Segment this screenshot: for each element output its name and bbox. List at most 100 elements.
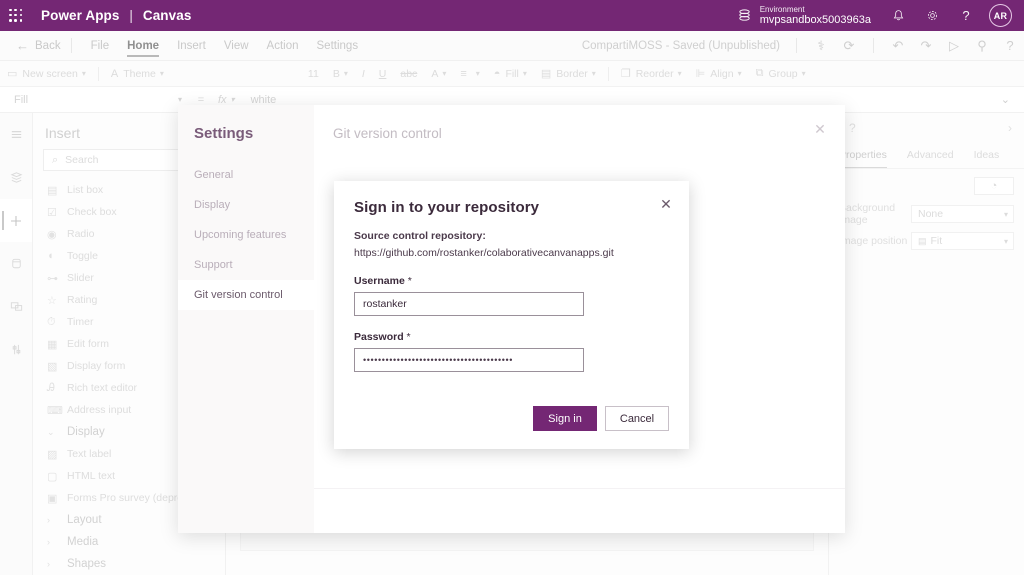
list-item-label: Text label [67,448,112,460]
menu-item-file[interactable]: File [82,31,119,61]
tree-view-icon[interactable] [0,156,32,199]
align-button[interactable]: ≡ ▾ [453,68,486,80]
app-launcher-icon[interactable] [9,8,23,23]
search-placeholder: Search [65,154,99,166]
data-icon[interactable] [0,242,32,285]
search-icon: ⌕ [52,153,59,166]
chevron-down-icon: ▾ [1003,236,1008,246]
align-group-button[interactable]: ⊫ Align ▾ [689,67,749,81]
chevron-right-icon[interactable]: › [1008,121,1012,135]
list-item-label: Rating [67,294,98,306]
environment-selector[interactable]: Environment mvpsandbox5003963a [737,5,871,27]
undo-icon[interactable]: ↶ [884,38,912,54]
username-field[interactable]: rostanker [354,292,584,316]
image-position-dropdown[interactable]: ▤ Fit ▾ [911,232,1014,250]
play-icon[interactable]: ▷ [940,38,968,54]
checker-icon[interactable]: ⚕ [807,38,835,54]
tab-ideas[interactable]: Ideas [964,143,1010,168]
media-icon[interactable] [0,285,32,328]
slider-icon: ⊶ [47,272,58,285]
signin-dialog-title: Sign in to your repository [354,199,540,216]
settings-nav-general[interactable]: General [178,160,314,190]
tab-advanced[interactable]: Advanced [897,143,964,168]
bell-icon[interactable] [881,0,915,31]
redo-icon[interactable]: ↷ [912,38,940,54]
brand-title[interactable]: Power Apps | Canvas [41,8,191,23]
formula-input[interactable]: white [251,94,277,106]
bold-button[interactable]: B ▾ [326,68,355,80]
variables-icon[interactable] [0,328,32,371]
help-icon[interactable]: ? [996,38,1024,53]
settings-nav-upcoming-features[interactable]: Upcoming features [178,220,314,250]
list-item-label: Address input [67,404,132,416]
list-group-shapes[interactable]: › Shapes [33,553,225,575]
border-button[interactable]: ▤ Border ▾ [534,67,603,81]
background-image-dropdown[interactable]: None ▾ [911,205,1014,223]
menu-item-settings[interactable]: Settings [308,31,368,61]
hamburger-icon[interactable] [0,113,32,156]
property-selector[interactable]: Fill ▾ [0,94,190,106]
settings-nav-git-version-control[interactable]: Git version control [178,280,314,310]
new-screen-button[interactable]: ▭ New screen ▾ [0,67,93,81]
background-image-value: None [918,208,944,220]
sign-in-button[interactable]: Sign in [533,406,597,431]
password-field[interactable]: •••••••••••••••••••••••••••••••••••••••• [354,348,584,372]
list-item-label: Timer [67,316,94,328]
chevron-down-icon: ▾ [177,95,182,104]
insert-icon[interactable] [0,199,32,242]
back-arrow-icon: ← [16,38,29,53]
reorder-button[interactable]: ❐ Reorder ▾ [614,67,689,81]
share-icon[interactable]: ⚲ [968,38,996,54]
text-label-icon: ▨ [47,448,58,461]
chevron-down-icon: ▾ [230,95,235,104]
avatar[interactable]: AR [989,4,1012,27]
command-menu-bar: ← Back File Home Insert View Action Sett… [0,31,1024,61]
italic-button[interactable]: I [355,68,372,80]
underline-label: U [378,67,387,80]
equals-sign: = [197,93,205,106]
theme-button[interactable]: A Theme ▾ [104,68,171,80]
properties-panel-header: ? › [829,113,1024,143]
settings-heading: Settings [194,125,254,142]
align-objects-label: Align [710,67,734,80]
fill-button[interactable]: ◓ Fill ▾ [487,68,534,80]
cancel-button[interactable]: Cancel [605,406,669,431]
list-item-label: Check box [67,206,117,218]
menu-item-home[interactable]: Home [118,31,168,61]
list-group-label: Shapes [67,558,107,570]
settings-body-title: Git version control [333,126,442,141]
paint-bucket-icon[interactable]: ◔ [974,177,1014,195]
group-button[interactable]: ⧉ Group ▾ [749,67,813,80]
ribbon-divider-1 [97,66,99,81]
menu-item-view[interactable]: View [215,31,258,61]
gear-icon[interactable] [915,0,949,31]
list-item-label: Rich text editor [67,382,138,394]
menu-divider [70,38,72,53]
font-color-button[interactable]: A ▾ [424,68,453,80]
properties-panel-tabs: Properties Advanced Ideas [829,143,1024,169]
list-group-media[interactable]: › Media [33,531,225,553]
formatting-ribbon: ▭ New screen ▾ A Theme ▾ 11 B ▾ I U abc … [0,61,1024,87]
star-icon: ☆ [47,294,57,307]
property-label: Background image [839,202,896,226]
refresh-icon[interactable]: ⟳ [835,38,863,54]
settings-nav-display[interactable]: Display [178,190,314,220]
list-item-label: Edit form [67,338,110,350]
reorder-icon: ❐ [620,68,631,80]
question-icon[interactable]: ? [949,0,983,31]
menu-item-insert[interactable]: Insert [168,31,215,61]
new-screen-icon: ▭ [7,68,18,80]
formula-expand-icon[interactable]: ⌄ [1001,93,1010,106]
question-circle-icon[interactable]: ? [849,121,856,135]
settings-nav-support[interactable]: Support [178,250,314,280]
strikethrough-button[interactable]: abc [393,68,424,80]
close-icon[interactable]: ✕ [811,120,829,138]
theme-icon: A [110,67,119,80]
underline-button[interactable]: U [372,68,394,80]
fx-button[interactable]: fx ▾ [212,94,241,106]
back-button[interactable]: ← Back [16,38,61,53]
font-size-field[interactable]: 11 [301,68,326,80]
close-icon[interactable]: ✕ [657,195,675,213]
username-label: Username * [354,275,669,287]
menu-item-action[interactable]: Action [258,31,308,61]
